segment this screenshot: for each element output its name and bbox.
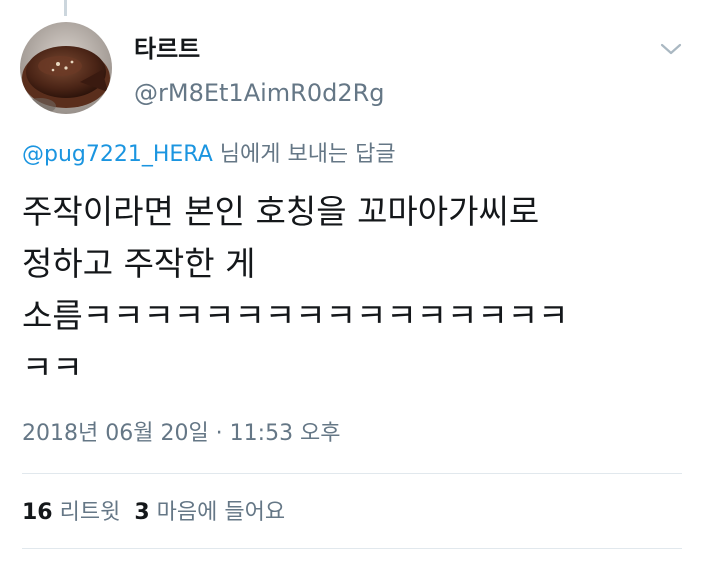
- tart-avatar-image: [20, 22, 112, 114]
- tweet-text: 주작이라면 본인 호칭을 꼬마아가씨로 정하고 주작한 게 소름ㅋㅋㅋㅋㅋㅋㅋㅋ…: [22, 186, 682, 394]
- retweets-stat[interactable]: 16 리트윗: [22, 500, 120, 525]
- author-avatar[interactable]: [20, 22, 112, 114]
- tweet-text-line: 소름ㅋㅋㅋㅋㅋㅋㅋㅋㅋㅋㅋㅋㅋㅋㅋㅋ: [22, 296, 569, 335]
- thread-connector-line: [64, 0, 67, 16]
- tweet-stats: 16 리트윗 3 마음에 들어요: [22, 498, 285, 528]
- tweet-text-line: 주작이라면 본인 호칭을 꼬마아가씨로: [22, 192, 540, 231]
- author-handle[interactable]: @rM8Et1AimR0d2Rg: [134, 78, 385, 108]
- author-display-name[interactable]: 타르트: [134, 34, 200, 64]
- reply-context-suffix: 님에게 보내는 답글: [212, 142, 396, 167]
- reply-mention-link[interactable]: @pug7221_HERA: [22, 142, 213, 167]
- tweet-text-line: 정하고 주작한 게: [22, 244, 256, 283]
- retweets-count: 16: [22, 500, 53, 525]
- retweets-label: 리트윗: [59, 500, 121, 525]
- likes-count: 3: [134, 500, 150, 525]
- divider: [22, 473, 682, 474]
- likes-label: 마음에 들어요: [156, 500, 286, 525]
- reply-context: @pug7221_HERA 님에게 보내는 답글: [22, 140, 396, 170]
- tweet-timestamp[interactable]: 2018년 06월 20일 · 11:53 오후: [22, 419, 341, 449]
- divider: [22, 548, 682, 549]
- chevron-down-icon[interactable]: [658, 38, 684, 60]
- tweet-text-line: ㅋㅋ: [22, 348, 83, 387]
- likes-stat[interactable]: 3 마음에 들어요: [134, 500, 285, 525]
